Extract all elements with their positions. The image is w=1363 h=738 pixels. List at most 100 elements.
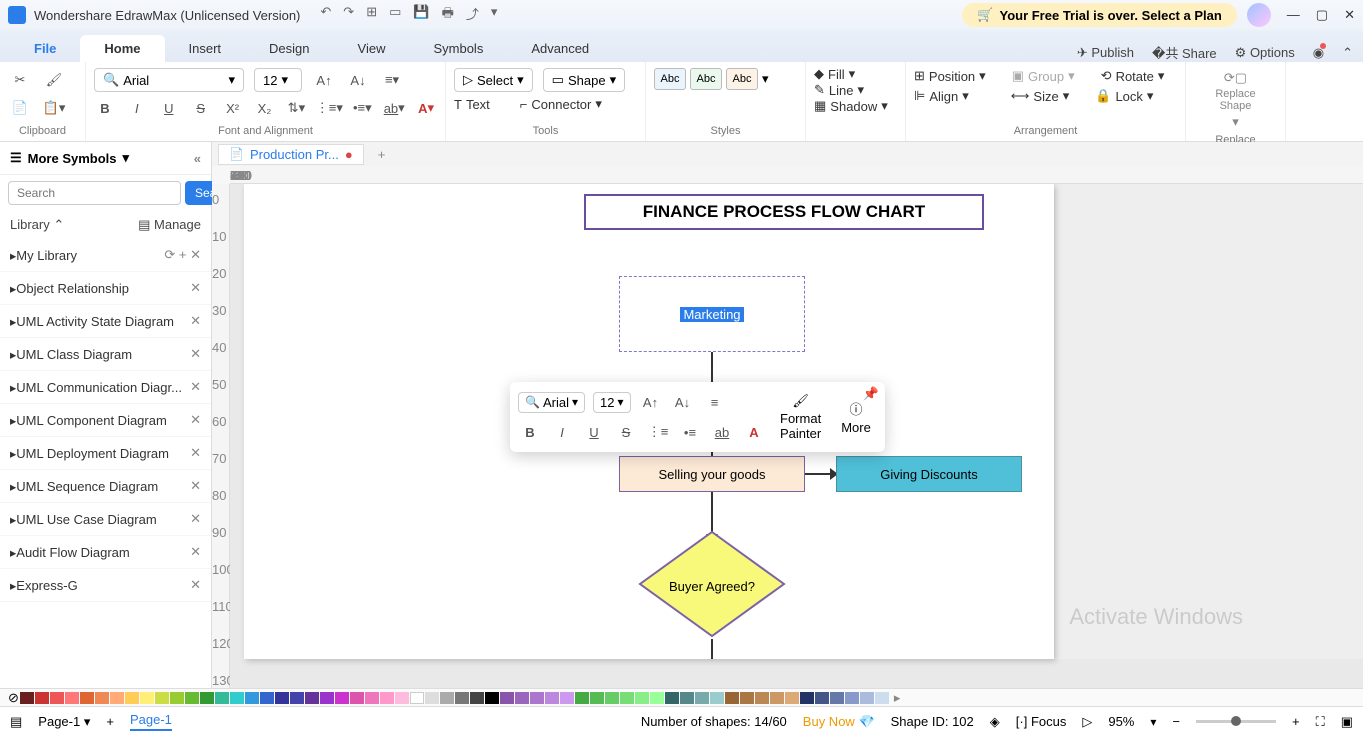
add-tab-icon[interactable]: + <box>370 147 394 162</box>
nocolor-icon[interactable]: ⊘ <box>8 690 19 706</box>
color-swatch[interactable] <box>650 692 664 704</box>
float-bold-icon[interactable]: B <box>518 420 542 444</box>
color-swatch[interactable] <box>215 692 229 704</box>
color-swatch[interactable] <box>50 692 64 704</box>
float-align-icon[interactable]: ≡ <box>703 390 727 414</box>
color-swatch[interactable] <box>590 692 604 704</box>
style-swatch-2[interactable]: Abc <box>690 68 722 90</box>
decrease-font-icon[interactable]: A↓ <box>346 68 370 92</box>
lib-item[interactable]: ▸ UML Component Diagram✕ <box>0 404 211 437</box>
color-swatch[interactable] <box>65 692 79 704</box>
pin-icon[interactable]: 📌 <box>863 386 879 402</box>
trial-banner[interactable]: 🛒 Your Free Trial is over. Select a Plan <box>962 3 1237 27</box>
marketing-shape[interactable]: Marketing <box>619 276 805 352</box>
float-italic-icon[interactable]: I <box>550 420 574 444</box>
lock-button[interactable]: 🔒 Lock▾ <box>1095 88 1153 104</box>
lib-item[interactable]: ▸ UML Class Diagram✕ <box>0 338 211 371</box>
color-swatch[interactable] <box>830 692 844 704</box>
lib-item[interactable]: ▸ UML Communication Diagr...✕ <box>0 371 211 404</box>
color-swatch[interactable] <box>500 692 514 704</box>
style-swatch-1[interactable]: Abc <box>654 68 686 90</box>
color-swatch[interactable] <box>140 692 154 704</box>
subscript-icon[interactable]: X₂ <box>254 96 276 120</box>
float-format-painter[interactable]: 🖌 Format Painter <box>774 390 827 444</box>
user-avatar[interactable] <box>1247 3 1271 27</box>
paste-icon[interactable]: 📋▾ <box>42 96 66 120</box>
lib-item[interactable]: ▸ UML Activity State Diagram✕ <box>0 305 211 338</box>
selling-shape[interactable]: Selling your goods <box>619 456 805 492</box>
color-swatch[interactable] <box>335 692 349 704</box>
replace-shape-button[interactable]: ⟳▢ Replace Shape▾ <box>1194 66 1277 134</box>
shape-tool[interactable]: ▭ Shape ▾ <box>543 68 625 92</box>
color-swatch[interactable] <box>860 692 874 704</box>
style-swatch-3[interactable]: Abc <box>726 68 758 90</box>
close-icon[interactable]: ✕ <box>1344 7 1355 23</box>
new-icon[interactable]: ⊞ <box>366 4 377 26</box>
align-left-icon[interactable]: ≡▾ <box>380 68 404 92</box>
color-swatch[interactable] <box>275 692 289 704</box>
float-font-combo[interactable]: 🔍 Arial ▾ <box>518 392 585 413</box>
color-swatch[interactable] <box>125 692 139 704</box>
superscript-icon[interactable]: X² <box>222 96 244 120</box>
collapse-panel-icon[interactable]: « <box>194 151 201 166</box>
tab-home[interactable]: Home <box>80 35 164 62</box>
float-inc-font-icon[interactable]: A↑ <box>639 390 663 414</box>
zoom-out-icon[interactable]: − <box>1172 714 1180 729</box>
collapse-ribbon-icon[interactable]: ⌃ <box>1342 45 1353 61</box>
library-label[interactable]: Library ⌃ <box>10 217 64 233</box>
lib-mylibrary[interactable]: ▸ My Library ⟳ + ✕ <box>0 239 211 272</box>
redo-icon[interactable]: ↷ <box>343 4 354 26</box>
doc-tab[interactable]: 📄 Production Pr... ● <box>218 144 364 165</box>
color-swatch[interactable] <box>20 692 34 704</box>
tab-design[interactable]: Design <box>245 35 333 62</box>
style-more-icon[interactable]: ▾ <box>762 71 769 87</box>
color-swatch[interactable] <box>380 692 394 704</box>
color-swatch[interactable] <box>605 692 619 704</box>
tab-insert[interactable]: Insert <box>165 35 246 62</box>
lib-item[interactable]: ▸ Object Relationship✕ <box>0 272 211 305</box>
shadow-button[interactable]: ▦ Shadow ▾ <box>814 98 897 114</box>
align-button[interactable]: ⊫ Align▾ <box>914 88 969 104</box>
zoom-in-icon[interactable]: + <box>1292 714 1300 729</box>
color-swatch[interactable] <box>200 692 214 704</box>
more-symbols-label[interactable]: More Symbols <box>28 151 117 166</box>
color-swatch[interactable] <box>875 692 889 704</box>
options-button[interactable]: ⚙ Options <box>1235 45 1295 61</box>
more-colors-icon[interactable]: ▸ <box>894 690 901 706</box>
bold-icon[interactable]: B <box>94 96 116 120</box>
color-swatch[interactable] <box>260 692 274 704</box>
color-swatch[interactable] <box>560 692 574 704</box>
color-swatch[interactable] <box>290 692 304 704</box>
float-bullist-icon[interactable]: •≡ <box>678 420 702 444</box>
float-color-icon[interactable]: A <box>742 420 766 444</box>
color-swatch[interactable] <box>800 692 814 704</box>
dropdown-icon[interactable]: ▾ <box>491 4 498 26</box>
lib-item[interactable]: ▸ UML Deployment Diagram✕ <box>0 437 211 470</box>
color-swatch[interactable] <box>515 692 529 704</box>
color-swatch[interactable] <box>725 692 739 704</box>
color-swatch[interactable] <box>845 692 859 704</box>
color-swatch[interactable] <box>230 692 244 704</box>
color-swatch[interactable] <box>155 692 169 704</box>
color-swatch[interactable] <box>455 692 469 704</box>
color-swatch[interactable] <box>485 692 499 704</box>
file-tab[interactable]: File <box>10 35 80 62</box>
hamburger-icon[interactable]: ☰ <box>10 150 22 166</box>
color-swatch[interactable] <box>740 692 754 704</box>
highlight-icon[interactable]: ab▾ <box>383 96 405 120</box>
copy-icon[interactable]: 📄 <box>8 96 32 120</box>
font-family-combo[interactable]: 🔍 Arial ▾ <box>94 68 244 92</box>
lib-item[interactable]: ▸ UML Sequence Diagram✕ <box>0 470 211 503</box>
float-highlight-icon[interactable]: ab <box>710 420 734 444</box>
color-swatch[interactable] <box>695 692 709 704</box>
color-swatch[interactable] <box>170 692 184 704</box>
share-button[interactable]: �共 Share <box>1152 43 1217 62</box>
manage-button[interactable]: ▤ Manage <box>138 217 201 233</box>
rotate-button[interactable]: ⟲ Rotate▾ <box>1101 68 1165 84</box>
layers-icon[interactable]: ◈ <box>990 714 1000 730</box>
color-swatch[interactable] <box>365 692 379 704</box>
color-swatch[interactable] <box>710 692 724 704</box>
focus-button[interactable]: [·] Focus <box>1016 714 1067 729</box>
export-icon[interactable]: ⤴ <box>466 4 479 26</box>
line-spacing-icon[interactable]: ⇅▾ <box>285 96 307 120</box>
